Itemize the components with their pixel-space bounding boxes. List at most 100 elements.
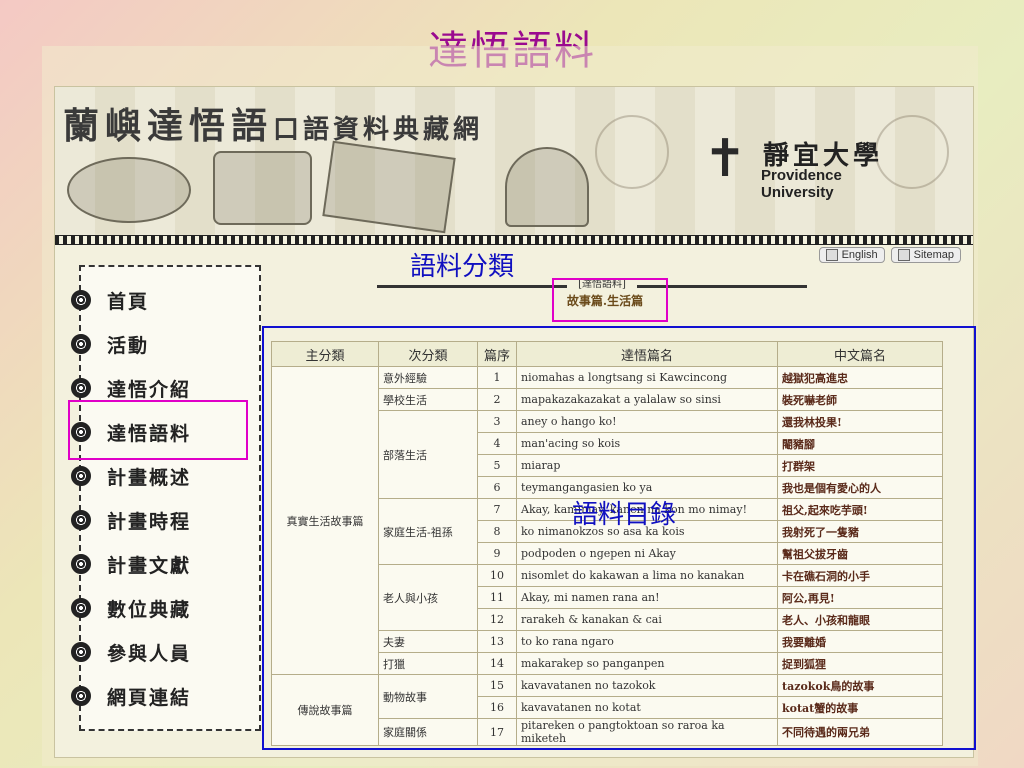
tao-title-link[interactable]: niomahas a longtsang si Kawcincong [516,366,778,389]
bullet-icon [71,510,91,530]
number-cell: 17 [477,718,517,746]
nav-item-literature[interactable]: 計畫文獻 [71,549,259,579]
nav-item-links[interactable]: 網頁連結 [71,681,259,711]
nav-item-participants[interactable]: 參與人員 [71,637,259,667]
number-cell: 8 [477,520,517,543]
header-main-category: 主分類 [271,341,379,367]
tao-title-link[interactable]: makarakep so panganpen [516,652,778,675]
category-callout-label: 語料分類 [410,252,515,282]
basket-artifact-image [213,151,312,225]
decorative-motif [595,115,669,189]
nav-label: 活動 [107,334,150,357]
number-cell: 11 [477,586,517,609]
tao-title-link[interactable]: Akay, mi namen rana an! [516,586,778,609]
chinese-title-link[interactable]: 閹豬腳 [777,432,943,455]
nav-label: 達悟介紹 [107,378,192,401]
tao-title-link[interactable]: mapakazakazakat a yalalaw so sinsi [516,388,778,411]
bullet-icon [71,686,91,706]
nav-item-schedule[interactable]: 計畫時程 [71,505,259,535]
nav-item-home[interactable]: 首頁 [71,285,259,315]
tao-title-link[interactable]: kavavatanen no kotat [516,696,778,719]
language-bar: English Sitemap [818,247,961,263]
chinese-title-link[interactable]: 捉到狐狸 [777,652,943,675]
site-title-sub: 口語資料典藏網 [273,115,484,145]
cross-icon: ✝ [703,129,747,189]
number-cell: 16 [477,696,517,719]
tao-title-link[interactable]: rarakeh & kanakan & cai [516,608,778,631]
sub-category-cell: 家庭生活-祖孫 [378,498,478,565]
number-cell: 14 [477,652,517,675]
nav-item-tao-intro[interactable]: 達悟介紹 [71,373,259,403]
university-logo[interactable]: ✝ 靜宜大學 Providence University [703,129,913,201]
nav-item-activities[interactable]: 活動 [71,329,259,359]
tao-title-link[interactable]: pitareken o pangtoktoan so raroa ka mike… [516,718,778,746]
chinese-title-link[interactable]: kotat蟹的故事 [777,696,943,719]
sitemap-icon [897,249,910,261]
nav-label: 達悟語料 [107,422,192,445]
bullet-icon [71,554,91,574]
tao-title-link[interactable]: kavavatanen no tazokok [516,674,778,697]
tao-title-link[interactable]: to ko rana ngaro [516,630,778,653]
number-cell: 7 [477,498,517,521]
helmet-artifact-image [505,147,589,227]
number-cell: 9 [477,542,517,565]
nav-item-digital-archive[interactable]: 數位典藏 [71,593,259,623]
sub-category-cell: 動物故事 [378,674,478,719]
site-banner: 蘭嶼達悟語口語資料典藏網 ✝ 靜宜大學 Providence Universit… [55,87,973,237]
chinese-title-link[interactable]: 打群架 [777,454,943,477]
tao-title-link[interactable]: miarap [516,454,778,477]
nav-label: 數位典藏 [107,598,192,621]
bullet-icon [71,598,91,618]
english-button[interactable]: English [818,247,885,263]
sub-category-cell: 家庭關係 [378,718,478,746]
number-cell: 12 [477,608,517,631]
chinese-title-link[interactable]: 幫祖父拔牙齒 [777,542,943,565]
chinese-title-link[interactable]: 祖父,起來吃芋頭! [777,498,943,521]
university-name-en: Providence University [761,167,842,201]
number-cell: 15 [477,674,517,697]
chinese-title-link[interactable]: 我要離婚 [777,630,943,653]
tao-title-link[interactable]: aney o hango ko! [516,410,778,433]
bullet-icon [71,378,91,398]
tao-title-link[interactable]: nisomlet do kakawan a lima no kanakan [516,564,778,587]
main-category-cell: 傳說故事篇 [271,674,379,746]
chinese-title-link[interactable]: 越獄犯高進忠 [777,366,943,389]
sitemap-label: Sitemap [913,249,954,261]
chinese-title-link[interactable]: 阿公,再見! [777,586,943,609]
nav-label: 參與人員 [107,642,192,665]
bullet-icon [71,466,91,486]
chinese-title-link[interactable]: 不同待遇的兩兄弟 [777,718,943,746]
number-cell: 5 [477,454,517,477]
chinese-title-link[interactable]: 我射死了一隻豬 [777,520,943,543]
chinese-title-link[interactable]: 卡在礁石洞的小手 [777,564,943,587]
corpus-table: 主分類 次分類 篇序 達悟篇名 中文篇名 真實生活故事篇 意外經驗 1 niom… [271,341,943,746]
chinese-title-link[interactable]: tazokok鳥的故事 [777,674,943,697]
chinese-title-link[interactable]: 老人、小孩和龍眼 [777,608,943,631]
nav-label: 計畫概述 [107,466,192,489]
boat-artifact-image [67,157,191,223]
sidebar-nav: 首頁 活動 達悟介紹 達悟語料 計畫概述 計畫時程 計畫文獻 數位典藏 參與人員… [71,265,261,731]
armor-artifact-image [322,140,456,234]
header-tao-title: 達悟篇名 [516,341,778,367]
chinese-title-link[interactable]: 我也是個有愛心的人 [777,476,943,499]
table-header-row: 主分類 次分類 篇序 達悟篇名 中文篇名 [271,341,943,367]
nav-item-tao-corpus[interactable]: 達悟語料 [71,417,259,447]
tao-title-link[interactable]: man'acing so kois [516,432,778,455]
number-cell: 10 [477,564,517,587]
number-cell: 2 [477,388,517,411]
header-chinese-title: 中文篇名 [777,341,943,367]
tao-title-link[interactable]: podpoden o ngepen ni Akay [516,542,778,565]
nav-item-project-overview[interactable]: 計畫概述 [71,461,259,491]
number-cell: 1 [477,366,517,389]
site-title-main: 蘭嶼達悟語 [63,105,274,147]
chinese-title-link[interactable]: 裝死嚇老師 [777,388,943,411]
sitemap-button[interactable]: Sitemap [890,247,961,263]
header-number: 篇序 [477,341,517,367]
category-heading: [達悟語料] [567,279,637,291]
chinese-title-link[interactable]: 還我林投果! [777,410,943,433]
table-row: 真實生活故事篇 意外經驗 1 niomahas a longtsang si K… [271,366,943,675]
subcategory-links[interactable]: 故事篇.生活篇 [545,292,665,309]
site-title: 蘭嶼達悟語口語資料典藏網 [63,97,483,149]
bullet-icon [71,290,91,310]
main-category-cell: 真實生活故事篇 [271,366,379,675]
